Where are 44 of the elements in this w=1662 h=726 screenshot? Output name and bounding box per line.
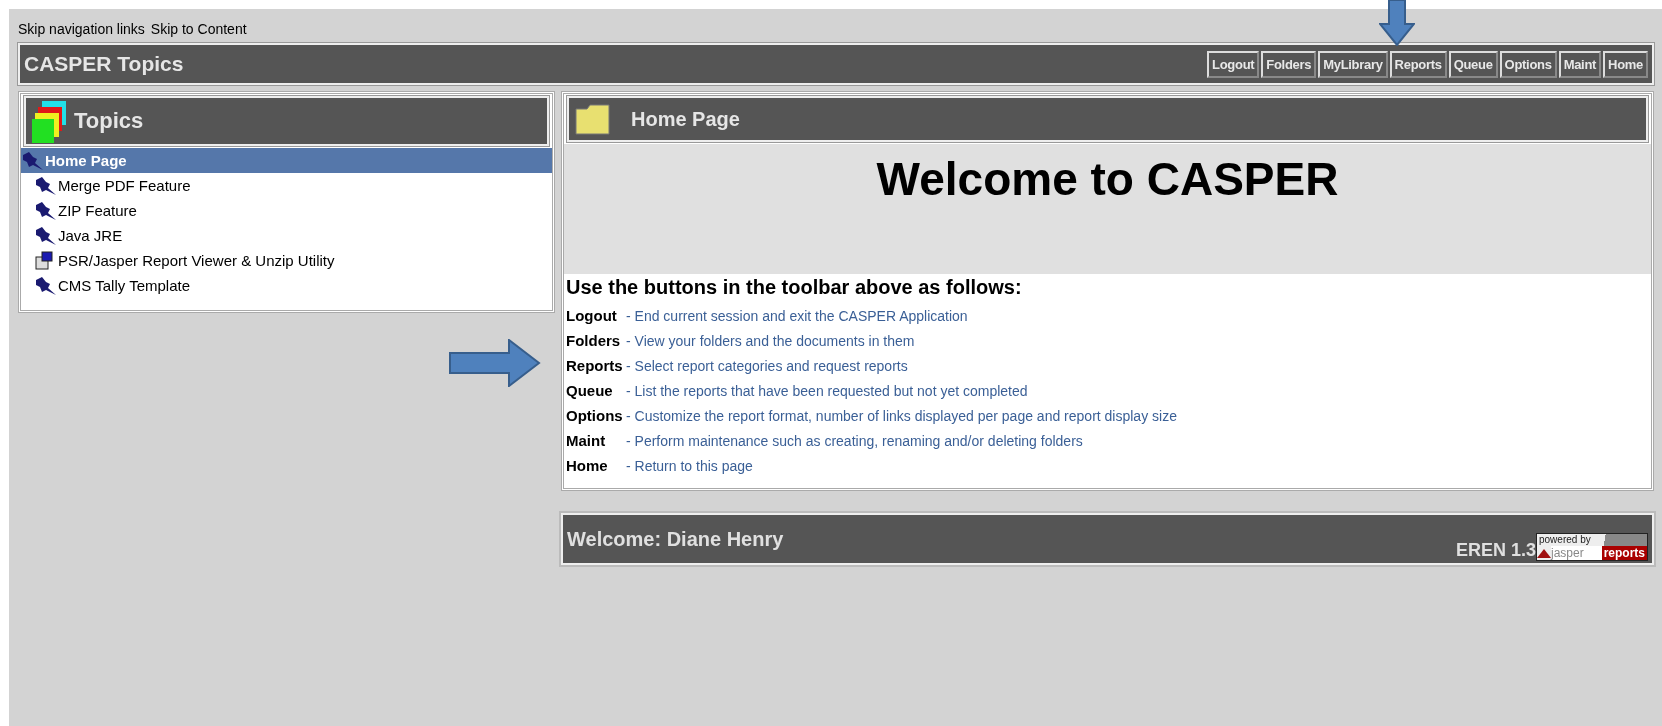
button-name: Reports [566,357,624,374]
logo-text: reports [1601,546,1647,560]
folders-icon [32,99,68,143]
welcome-heading: Welcome to CASPER [876,152,1339,206]
button-description: - End current session and exit the CASPER Application [626,307,968,324]
skip-link[interactable]: Skip navigation links [18,21,145,43]
panel-title: Topics [74,108,144,134]
panel-title: Home Page [631,107,740,131]
button-name: Maint [566,432,607,449]
skip-link[interactable]: Skip to Content [150,21,247,43]
logo-text: jasper [1551,546,1602,560]
button-name: Logout [566,307,618,324]
tree-item[interactable]: PSR/Jasper Report Viewer & Unzip Utility [21,248,552,273]
toolbar-button[interactable]: Reports [1389,50,1447,78]
tree-item[interactable]: Java JRE [21,223,552,248]
toolbar-button[interactable]: Maint [1558,50,1602,78]
tree-item[interactable]: Home Page [21,148,552,173]
tree-item[interactable]: CMS Tally Template [21,273,552,298]
button-name: Home [566,457,609,474]
button-description: - Perform maintenance such as creating, renaming and/or deleting folders [626,432,1083,449]
button-description: - View your folders and the documents in them [626,332,915,349]
button-description: - List the reports that have been requested but not yet completed [626,382,1028,399]
button-name: Folders [566,332,622,349]
button-name: Options [566,407,624,424]
instructions-heading: Use the buttons in the toolbar above as follows: [566,276,1023,299]
toolbar-button[interactable]: Home [1603,50,1648,78]
button-description: - Select report categories and request reports [626,357,908,374]
button-name: Queue [566,382,614,399]
tree-item[interactable]: Merge PDF Feature [21,173,552,198]
version-label: EREN 1.3 [1455,540,1536,561]
logo-text: powered by [1538,534,1592,546]
folder-icon [575,103,611,135]
toolbar-button[interactable]: MyLibrary [1318,50,1388,78]
app-title: CASPER Topics [24,52,184,76]
annotation-arrow [1379,0,1415,46]
tree-item[interactable]: ZIP Feature [21,198,552,223]
toolbar-button[interactable]: Logout [1207,50,1260,78]
mountain-icon [1537,548,1551,558]
toolbar-button[interactable]: Queue [1448,50,1498,78]
welcome-user: Welcome: Diane Henry [567,527,785,551]
button-description: - Customize the report format, number of links displayed per page and report display size [626,407,1177,424]
button-description: - Return to this page [626,457,753,474]
toolbar-button[interactable]: Options [1499,50,1557,78]
toolbar-button[interactable]: Folders [1261,50,1317,78]
